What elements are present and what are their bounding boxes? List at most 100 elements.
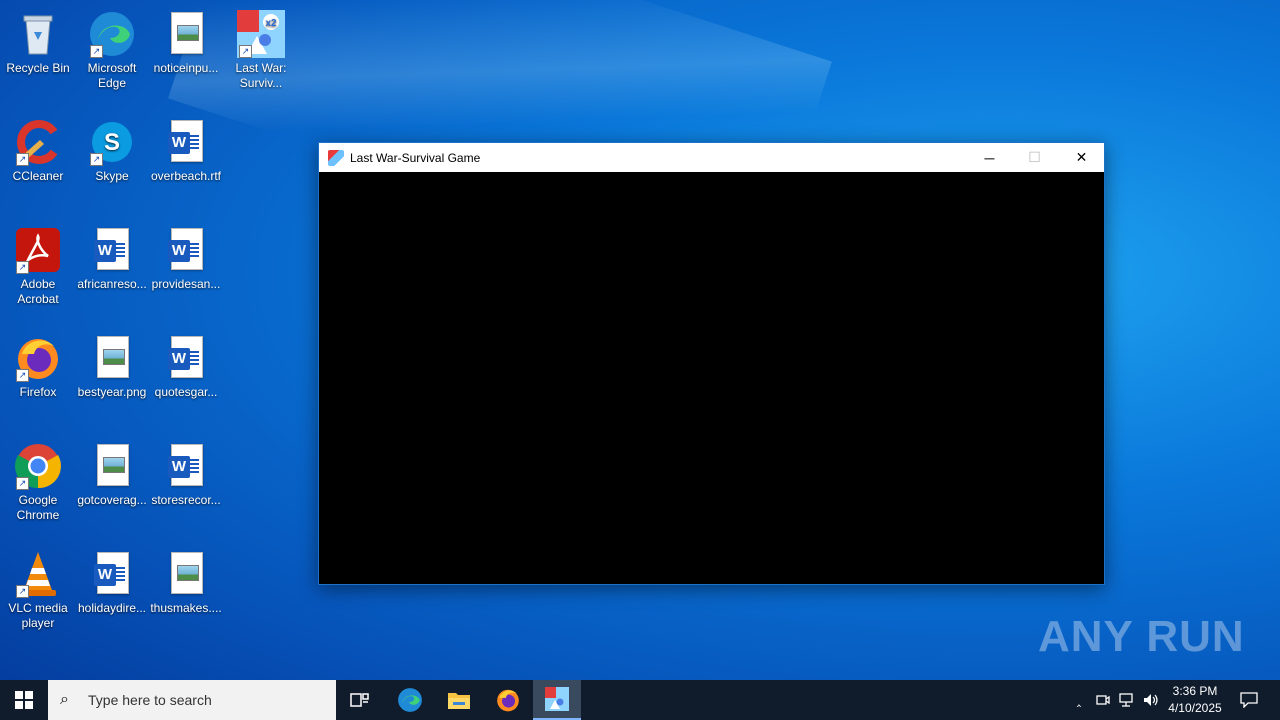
shortcut-arrow-icon: ↗ <box>239 45 252 58</box>
tray-meet-now[interactable] <box>1092 680 1114 720</box>
window-title: Last War-Survival Game <box>350 150 481 165</box>
icon-label: VLC media player <box>8 601 68 630</box>
start-button[interactable] <box>0 680 48 720</box>
tray-network[interactable] <box>1116 680 1138 720</box>
icon-label: quotesgar... <box>154 385 218 399</box>
word-doc-icon: W <box>88 550 136 598</box>
show-hidden-icons-button[interactable]: ‸ <box>1068 680 1090 720</box>
maximize-button[interactable]: ☐ <box>1012 143 1057 172</box>
edge-icon <box>398 688 422 712</box>
search-icon: ⌕ <box>60 691 69 708</box>
icon-label: Recycle Bin <box>6 61 70 75</box>
taskbar-file-explorer[interactable] <box>435 680 483 720</box>
action-center-button[interactable] <box>1234 680 1264 720</box>
icon-label: Microsoft Edge <box>87 61 137 90</box>
desktop-icon-thusmakes[interactable]: thusmakes.... <box>148 544 224 648</box>
icon-label: CCleaner <box>12 169 64 183</box>
icon-label: storesrecor... <box>151 493 221 507</box>
shortcut-arrow-icon: ↗ <box>16 585 29 598</box>
vlc-icon: ↗ <box>14 550 62 598</box>
image-file-icon <box>162 550 210 598</box>
icon-label: Firefox <box>19 385 57 399</box>
desktop-icon-recycle-bin[interactable]: Recycle Bin <box>0 4 76 108</box>
desktop-icon-providesan[interactable]: W providesan... <box>148 220 224 324</box>
task-view-icon <box>350 693 369 707</box>
shortcut-arrow-icon: ↗ <box>16 369 29 382</box>
icon-label: holidaydire... <box>77 601 147 615</box>
network-icon <box>1119 693 1133 707</box>
ccleaner-icon: ↗ <box>14 118 62 166</box>
icon-label: africanreso... <box>77 277 147 291</box>
close-button[interactable]: ✕ <box>1059 143 1104 172</box>
taskbar-clock[interactable]: 3:36 PM 4/10/2025 <box>1160 683 1230 717</box>
shortcut-arrow-icon: ↗ <box>90 45 103 58</box>
icon-label: Adobe Acrobat <box>17 277 59 306</box>
desktop-icon-quotesgar[interactable]: W quotesgar... <box>148 328 224 432</box>
desktop-icon-holidaydire[interactable]: W holidaydire... <box>74 544 150 648</box>
taskbar-last-war[interactable] <box>533 680 581 720</box>
camera-icon <box>1096 695 1110 705</box>
image-file-icon <box>88 442 136 490</box>
image-file-icon <box>88 334 136 382</box>
word-doc-icon: W <box>162 334 210 382</box>
word-doc-icon: W <box>162 226 210 274</box>
desktop-icon-skype[interactable]: S ↗ Skype <box>74 112 150 216</box>
minimize-button[interactable]: ─ <box>967 143 1012 172</box>
recycle-bin-icon <box>14 10 62 58</box>
taskbar-search-box[interactable]: ⌕ Type here to search <box>48 680 336 720</box>
skype-icon: S ↗ <box>88 118 136 166</box>
close-icon: ✕ <box>1075 149 1088 165</box>
icon-label: Google Chrome <box>16 493 60 522</box>
desktop-icon-adobe-acrobat[interactable]: ↗ Adobe Acrobat <box>0 220 76 324</box>
word-doc-icon: W <box>162 118 210 166</box>
desktop-icon-gotcoverag[interactable]: gotcoverag... <box>74 436 150 540</box>
minimize-icon: ─ <box>984 149 995 166</box>
maximize-icon: ☐ <box>1028 149 1041 165</box>
shortcut-arrow-icon: ↗ <box>90 153 103 166</box>
desktop-icon-last-war[interactable]: x2 ↗ Last War: Surviv... <box>223 4 299 108</box>
icon-label: thusmakes.... <box>150 601 222 615</box>
edge-icon: ↗ <box>88 10 136 58</box>
desktop-icon-storesrecor[interactable]: W storesrecor... <box>148 436 224 540</box>
image-file-icon <box>162 10 210 58</box>
icon-label: bestyear.png <box>77 385 147 399</box>
desktop-icon-noticeinpu[interactable]: noticeinpu... <box>148 4 224 108</box>
taskbar-firefox[interactable] <box>484 680 532 720</box>
notification-icon <box>1240 692 1258 708</box>
icon-label: Last War: Surviv... <box>235 61 287 90</box>
word-doc-icon: W <box>88 226 136 274</box>
task-view-button[interactable] <box>336 680 384 720</box>
folder-icon <box>448 693 470 709</box>
icon-label: noticeinpu... <box>153 61 219 75</box>
taskbar: ⌕ Type here to search ‸ 3:36 PM 4/10/202… <box>0 680 1280 720</box>
icon-label: gotcoverag... <box>77 493 147 507</box>
desktop-icon-overbeach[interactable]: W overbeach.rtf <box>148 112 224 216</box>
svg-text:S: S <box>104 129 120 156</box>
clock-time: 3:36 PM <box>1172 684 1218 698</box>
icon-label: Skype <box>95 169 129 183</box>
acrobat-icon: ↗ <box>14 226 62 274</box>
desktop-icon-microsoft-edge[interactable]: ↗ Microsoft Edge <box>74 4 150 108</box>
desktop-icon-bestyear[interactable]: bestyear.png <box>74 328 150 432</box>
anyrun-watermark: ANY RUN <box>1038 612 1245 661</box>
desktop-icon-firefox[interactable]: ↗ Firefox <box>0 328 76 432</box>
last-war-icon <box>328 149 344 166</box>
last-war-icon: x2 ↗ <box>237 10 285 58</box>
chevron-up-icon: ‸ <box>1076 692 1082 707</box>
clock-date: 4/10/2025 <box>1168 701 1222 715</box>
icon-label: overbeach.rtf <box>150 169 222 183</box>
firefox-icon <box>497 689 519 712</box>
taskbar-edge[interactable] <box>386 680 434 720</box>
desktop-icon-vlc[interactable]: ↗ VLC media player <box>0 544 76 648</box>
window-titlebar[interactable]: Last War-Survival Game ─ ☐ ✕ <box>319 143 1104 172</box>
shortcut-arrow-icon: ↗ <box>16 477 29 490</box>
desktop-icon-africanreso[interactable]: W africanreso... <box>74 220 150 324</box>
tray-volume[interactable] <box>1140 680 1162 720</box>
game-window[interactable]: Last War-Survival Game ─ ☐ ✕ <box>318 142 1105 585</box>
icon-label: providesan... <box>151 277 221 291</box>
search-placeholder: Type here to search <box>88 692 212 708</box>
game-content-area[interactable] <box>319 172 1104 584</box>
desktop-icon-ccleaner[interactable]: ↗ CCleaner <box>0 112 76 216</box>
desktop-icon-google-chrome[interactable]: ↗ Google Chrome <box>0 436 76 540</box>
chrome-icon: ↗ <box>14 442 62 490</box>
